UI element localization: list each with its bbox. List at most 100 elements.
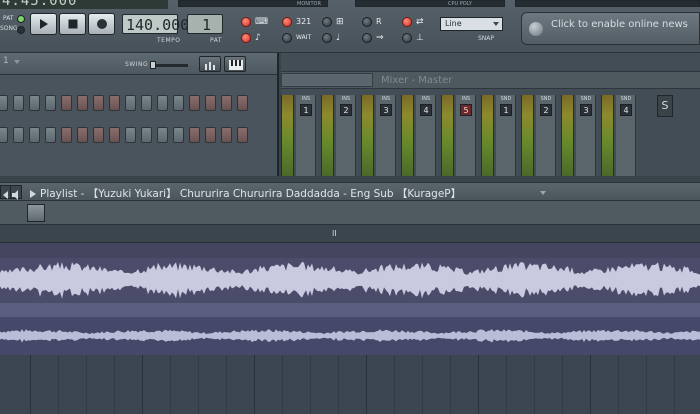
playlist-clip-header-1 (0, 243, 700, 258)
step-button[interactable] (237, 95, 248, 111)
step-button[interactable] (29, 95, 40, 111)
peak-meter (481, 95, 494, 176)
step-button[interactable] (125, 95, 136, 111)
step-button[interactable] (109, 95, 120, 111)
audio-clip-track-2[interactable] (0, 317, 700, 355)
pat-mode-label: PAT (3, 15, 14, 22)
tempo-display[interactable]: 140.000 (122, 14, 189, 34)
link-icon: ⇄ (416, 17, 424, 27)
main-toolbar: 4:45:000 MONITOR CPU POLY PAT SONG 140.0… (0, 0, 700, 53)
step-button[interactable] (93, 127, 104, 143)
snap-label: SNAP (478, 35, 495, 42)
grid-line (114, 355, 115, 414)
multilink-toggle[interactable] (402, 17, 412, 27)
step-button[interactable] (173, 127, 184, 143)
loop-record-toggle[interactable] (362, 17, 372, 27)
mixer-track-strip[interactable]: SND 1 (496, 95, 516, 176)
step-button[interactable] (45, 95, 56, 111)
tempo-value: 140.000 (126, 16, 190, 34)
timeline-ruler[interactable]: II (0, 225, 700, 243)
step-button[interactable] (0, 127, 8, 143)
song-mode-label: SONG (0, 25, 18, 32)
pattern-display[interactable]: 1 (187, 14, 223, 34)
peak-meter (321, 95, 334, 176)
step-button[interactable] (0, 95, 8, 111)
step-button[interactable] (157, 95, 168, 111)
step-button[interactable] (61, 127, 72, 143)
master-send-button[interactable]: S (657, 95, 673, 117)
step-button[interactable] (77, 127, 88, 143)
speaker-toggle[interactable] (10, 185, 22, 200)
mixer-track-number: 4 (420, 104, 432, 116)
song-mode-radio[interactable] (17, 26, 25, 34)
step-button[interactable] (13, 95, 24, 111)
horizontal-zoom-scroll-handle[interactable] (27, 204, 45, 222)
empty-playlist-track[interactable] (0, 355, 700, 414)
step-button[interactable] (13, 127, 24, 143)
step-button[interactable] (221, 95, 232, 111)
mixer-track-strip[interactable]: INS 1 (296, 95, 316, 176)
typing-keyboard-toggle[interactable] (241, 17, 251, 27)
step-button[interactable] (93, 95, 104, 111)
peak-meter (361, 95, 374, 176)
grid-line (646, 355, 647, 414)
step-button[interactable] (61, 95, 72, 111)
scroll-toggle[interactable] (362, 33, 372, 43)
step-button[interactable] (77, 95, 88, 111)
news-text: Click to enable online news (551, 19, 688, 30)
blend-notes-toggle[interactable] (322, 33, 332, 43)
mixer-track-strip[interactable]: SND 4 (616, 95, 636, 176)
peak-meter (521, 95, 534, 176)
mixer-title: Mixer - Master (381, 75, 453, 86)
wait-toggle[interactable] (282, 33, 292, 43)
step-button[interactable] (173, 95, 184, 111)
grid-line (562, 355, 563, 414)
step-edit-toggle[interactable] (322, 17, 332, 27)
countdown-toggle[interactable] (282, 17, 292, 27)
grid-line (450, 355, 451, 414)
stop-button[interactable] (59, 13, 86, 35)
play-button[interactable] (30, 13, 57, 35)
grid-line (58, 355, 59, 414)
step-button[interactable] (205, 95, 216, 111)
graph-editor-button[interactable] (199, 56, 221, 72)
monitor-label: MONITOR (297, 1, 321, 7)
step-button[interactable] (205, 127, 216, 143)
pat-mode-radio[interactable] (17, 15, 25, 23)
mixer-track-strip[interactable]: INS 3 (376, 95, 396, 176)
song-position-marker[interactable]: II (332, 229, 337, 238)
step-button[interactable] (157, 127, 168, 143)
playlist-menu-arrow[interactable] (28, 185, 40, 199)
online-news-panel[interactable]: Click to enable online news (521, 12, 700, 45)
step-button[interactable] (141, 95, 152, 111)
keyboard-editor-button[interactable] (224, 56, 246, 72)
step-button[interactable] (125, 127, 136, 143)
audio-clip-track-1[interactable] (0, 258, 700, 303)
peak-meter (281, 95, 294, 176)
snap-select[interactable]: Line (440, 17, 503, 31)
step-button[interactable] (221, 127, 232, 143)
chevron-down-icon[interactable] (540, 191, 546, 195)
metronome-toggle[interactable] (241, 33, 251, 43)
grid-line (674, 355, 675, 414)
play-icon (39, 19, 48, 29)
mixer-track-type-label: SND (540, 96, 552, 102)
step-button[interactable] (237, 127, 248, 143)
step-button[interactable] (141, 127, 152, 143)
mixer-track-strip[interactable]: INS 5 (456, 95, 476, 176)
mixer-track-type-label: SND (580, 96, 592, 102)
mixer-track-strip[interactable]: SND 2 (536, 95, 556, 176)
step-button[interactable] (189, 95, 200, 111)
mixer-track-type-label: INS (461, 96, 471, 102)
step-button[interactable] (29, 127, 40, 143)
step-button[interactable] (189, 127, 200, 143)
step-button[interactable] (45, 127, 56, 143)
mixer-track-strip[interactable]: SND 3 (576, 95, 596, 176)
chevron-down-icon[interactable] (14, 60, 20, 64)
mixer-track-strip[interactable]: INS 4 (416, 95, 436, 176)
step-button[interactable] (109, 127, 120, 143)
mixer-track-strip[interactable]: INS 2 (336, 95, 356, 176)
midi-toggle[interactable] (402, 33, 412, 43)
swing-slider-handle[interactable] (150, 61, 156, 69)
record-button[interactable] (88, 13, 115, 35)
